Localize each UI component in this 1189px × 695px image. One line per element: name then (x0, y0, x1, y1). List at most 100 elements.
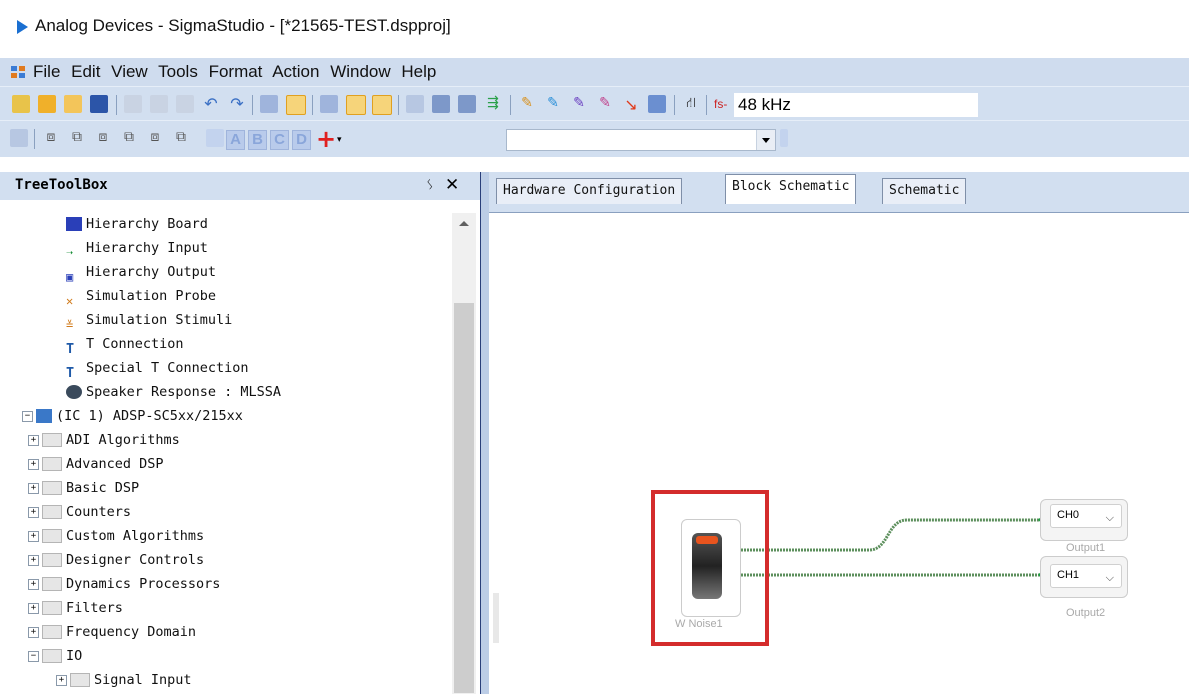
copy-icon[interactable] (150, 95, 168, 113)
tree-folder-signal-input[interactable]: + Signal Input (56, 668, 192, 692)
tree-item-ic1[interactable]: − (IC 1) ADSP-SC5xx/215xx (22, 404, 243, 428)
tree-item-speaker-response[interactable]: Speaker Response : MLSSA (66, 380, 281, 404)
add-dropdown-icon[interactable]: ▾ (337, 135, 342, 145)
redo-icon[interactable]: ↷ (228, 95, 246, 113)
tree-folder-filters[interactable]: + Filters (28, 596, 123, 620)
output2-block[interactable]: CH1 ⌵ (1040, 556, 1128, 598)
tab-block-schematic[interactable]: Block Schematic (725, 174, 857, 204)
open-folder-icon[interactable] (38, 95, 56, 113)
undo-icon[interactable]: ↶ (202, 95, 220, 113)
wire-ch0[interactable] (735, 518, 1044, 552)
tab-hardware-configuration[interactable]: Hardware Configuration (496, 178, 683, 204)
align-middle-icon[interactable]: ⧉ (68, 129, 86, 147)
tree-item-simulation-probe[interactable]: ✕ Simulation Probe (66, 284, 216, 308)
chevron-down-icon: ⌵ (1105, 571, 1114, 584)
collapse-icon[interactable]: − (22, 410, 33, 422)
white-noise-block[interactable] (681, 519, 741, 617)
button-b[interactable]: B (248, 130, 267, 150)
open-recent-icon[interactable] (64, 95, 82, 113)
menu-help[interactable]: Help (401, 62, 436, 81)
app-menu-icon[interactable] (11, 66, 25, 78)
group-icon[interactable] (10, 129, 28, 147)
align-bottom-icon[interactable]: ⧈ (94, 129, 112, 147)
tree-folder-designer-controls[interactable]: + Designer Controls (28, 548, 204, 572)
overflow-icon[interactable] (206, 129, 224, 147)
expand-icon[interactable]: + (56, 674, 67, 686)
menu-view[interactable]: View (111, 62, 148, 81)
panel-icon[interactable] (320, 95, 338, 113)
collapse-icon[interactable]: − (28, 650, 39, 662)
tree-item-hierarchy-board[interactable]: Hierarchy Board (66, 212, 208, 236)
paste-icon[interactable] (176, 95, 194, 113)
layout-icon[interactable] (260, 95, 278, 113)
align-top-icon[interactable]: ⧈ (42, 129, 60, 147)
duplicate-icon[interactable] (406, 95, 424, 113)
menu-window[interactable]: Window (330, 62, 390, 81)
new-project-icon[interactable] (12, 95, 30, 113)
expand-icon[interactable]: + (28, 530, 39, 542)
link-compile-icon[interactable]: ✎ (518, 95, 536, 113)
add-button[interactable]: + (316, 125, 336, 153)
tree-item-hierarchy-input[interactable]: ➝ Hierarchy Input (66, 236, 208, 260)
expand-icon[interactable]: + (28, 602, 39, 614)
tree-folder-custom-algorithms[interactable]: + Custom Algorithms (28, 524, 204, 548)
tree-item-simulation-stimuli[interactable]: ≚ Simulation Stimuli (66, 308, 232, 332)
menu-tools[interactable]: Tools (158, 62, 198, 81)
schematic-canvas[interactable]: W Noise1 CH0 ⌵ Output1 CH1 ⌵ Output2 (489, 212, 1189, 695)
combobox-dropdown-icon[interactable] (756, 130, 775, 150)
menu-format[interactable]: Format (209, 62, 263, 81)
expand-icon[interactable]: + (28, 626, 39, 638)
expand-icon[interactable]: + (28, 482, 39, 494)
cut-icon[interactable] (124, 95, 142, 113)
save-icon[interactable] (90, 95, 108, 113)
pin-icon[interactable]: ᛊ (426, 178, 434, 193)
expand-icon[interactable]: + (28, 506, 39, 518)
tree-item-special-t-connection[interactable]: T Special T Connection (66, 356, 249, 381)
tree-item-t-connection[interactable]: TT Connection (66, 332, 184, 357)
button-d[interactable]: D (292, 130, 311, 150)
grid-icon[interactable] (432, 95, 450, 113)
tree-folder-dynamics-processors[interactable]: + Dynamics Processors (28, 572, 220, 596)
arrange-icon[interactable]: ⇶ (484, 95, 502, 113)
list-icon[interactable] (458, 95, 476, 113)
align-icon[interactable] (286, 95, 306, 115)
tree-folder-basic-dsp[interactable]: + Basic DSP (28, 476, 139, 500)
button-c[interactable]: C (270, 130, 289, 150)
output1-channel-select[interactable]: CH0 ⌵ (1050, 504, 1122, 528)
button-a[interactable]: A (226, 130, 245, 150)
expand-icon[interactable]: + (28, 578, 39, 590)
expand-icon[interactable]: + (28, 458, 39, 470)
tree-item-hierarchy-output[interactable]: ▣ Hierarchy Output (66, 260, 216, 284)
align-left-icon[interactable]: ⧉ (172, 129, 190, 147)
tree-folder-adi-algorithms[interactable]: + ADI Algorithms (28, 428, 180, 452)
distribute-vertical-icon[interactable]: ⧉ (120, 129, 138, 147)
toolbox-scrollbar[interactable] (452, 213, 476, 694)
scroll-up-icon[interactable] (459, 221, 469, 226)
menu-file[interactable]: File (33, 62, 60, 81)
export-icon[interactable] (648, 95, 666, 113)
expand-icon[interactable]: + (28, 554, 39, 566)
tree-folder-io[interactable]: − IO (28, 644, 82, 668)
download-icon[interactable]: ✎ (596, 95, 614, 113)
compile-icon[interactable]: ✎ (570, 95, 588, 113)
red-arrow-icon[interactable]: ↘ (622, 95, 640, 114)
output1-block[interactable]: CH0 ⌵ (1040, 499, 1128, 541)
scrollbar-thumb[interactable] (454, 303, 474, 693)
toolbar-combobox[interactable] (506, 129, 776, 151)
tree-folder-counters[interactable]: + Counters (28, 500, 131, 524)
menu-action[interactable]: Action (272, 62, 319, 81)
overflow-icon[interactable] (780, 129, 788, 147)
distribute-horizontal-icon[interactable]: ⧈ (146, 129, 164, 147)
tree-folder-frequency-domain[interactable]: + Frequency Domain (28, 620, 196, 644)
link-download-icon[interactable]: ✎ (544, 95, 562, 113)
output2-channel-select[interactable]: CH1 ⌵ (1050, 564, 1122, 588)
tab-schematic[interactable]: Schematic (882, 178, 967, 204)
close-icon[interactable]: ✕ (445, 175, 459, 195)
tree-folder-advanced-dsp[interactable]: + Advanced DSP (28, 452, 164, 476)
hierarchy-icon[interactable]: ⛙ (682, 95, 700, 113)
expand-icon[interactable]: + (28, 434, 39, 446)
sample-rate-value[interactable]: 48 kHz (734, 93, 978, 117)
panel-left-icon[interactable] (346, 95, 366, 115)
menu-edit[interactable]: Edit (71, 62, 100, 81)
panel-right-icon[interactable] (372, 95, 392, 115)
